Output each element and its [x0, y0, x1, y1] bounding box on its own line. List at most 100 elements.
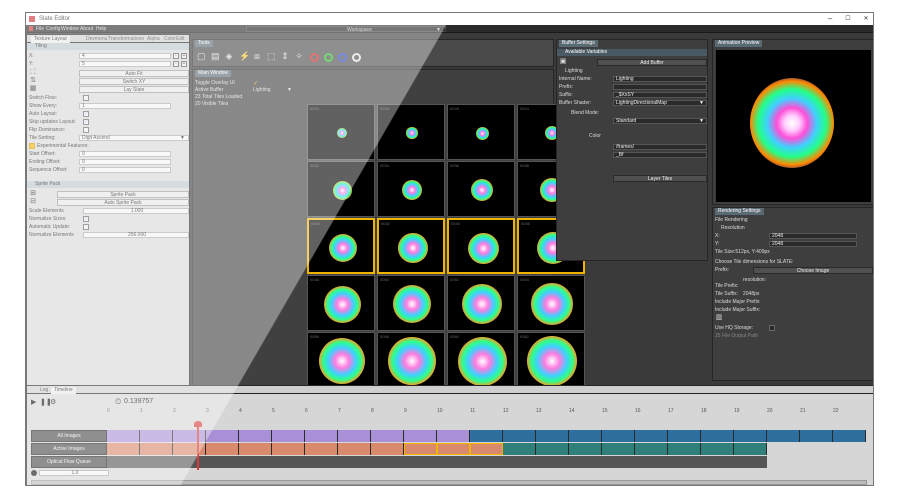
all-images-segment[interactable]: [503, 430, 536, 442]
timeline-scrollbar[interactable]: [31, 480, 867, 485]
all-images-segment[interactable]: [833, 430, 866, 442]
y-increment-button[interactable]: +: [181, 61, 187, 67]
all-images-segment[interactable]: [107, 430, 140, 442]
active-images-segment[interactable]: [173, 443, 206, 455]
bf-suffix-input[interactable]: _Bf: [613, 152, 707, 158]
tile-2[interactable]: 0016: [377, 104, 445, 160]
blend-mode-select[interactable]: Standard ▼: [613, 118, 707, 124]
tile-10[interactable]: 0042: [377, 218, 445, 274]
x-decrement-button[interactable]: -: [173, 53, 179, 59]
sequence-offset-input[interactable]: 0: [79, 167, 171, 173]
automatic-update-checkbox[interactable]: [83, 224, 89, 230]
active-images-segment[interactable]: [239, 443, 272, 455]
all-images-segment[interactable]: [701, 430, 734, 442]
tab-tools[interactable]: Tools: [195, 40, 213, 47]
tile-9[interactable]: 0040: [307, 218, 375, 274]
available-variables-header[interactable]: Available Variables: [557, 49, 707, 56]
auto-layout-checkbox[interactable]: ✓: [83, 111, 89, 117]
scale-elements-input[interactable]: 1.000: [83, 208, 189, 214]
tiling-header[interactable]: Tiling: [27, 43, 189, 50]
active-images-segment[interactable]: [371, 443, 404, 455]
all-images-segment[interactable]: [338, 430, 371, 442]
y-decrement-button[interactable]: -: [173, 61, 179, 67]
track-active-images[interactable]: [107, 443, 767, 455]
tile-19[interactable]: 0060: [447, 332, 515, 388]
tiling-x-input[interactable]: 4: [79, 53, 171, 59]
all-images-segment[interactable]: [305, 430, 338, 442]
all-images-segment[interactable]: [206, 430, 239, 442]
gear-icon[interactable]: ⚙: [50, 398, 56, 406]
menu-about[interactable]: About: [80, 26, 93, 32]
active-images-segment[interactable]: [668, 443, 701, 455]
tile-7[interactable]: 0036: [447, 161, 515, 217]
skip-updates-checkbox[interactable]: ✓: [83, 119, 89, 125]
auto-fit-button[interactable]: Auto Fit: [79, 70, 189, 77]
all-images-segment[interactable]: [668, 430, 701, 442]
flip-dominance-checkbox[interactable]: [83, 127, 89, 133]
auto-sprite-pack-button[interactable]: Auto Sprite Pack: [57, 199, 189, 206]
crop-icon[interactable]: ⧈: [253, 52, 261, 61]
tile-18[interactable]: 0058: [377, 332, 445, 388]
all-images-segment[interactable]: [272, 430, 305, 442]
play-icon[interactable]: ▶: [31, 398, 36, 406]
tile-sorting-select[interactable]: Digit Ascend ▼: [79, 135, 189, 141]
layer-tiles-button[interactable]: Layer Tiles: [613, 175, 707, 182]
active-images-segment[interactable]: [536, 443, 569, 455]
tile-13[interactable]: 0048: [307, 275, 375, 331]
all-images-segment[interactable]: [371, 430, 404, 442]
switch-flow-checkbox[interactable]: [83, 95, 89, 101]
track-optical-flow[interactable]: [107, 456, 767, 468]
tile-5[interactable]: 0032: [307, 161, 375, 217]
animation-preview-canvas[interactable]: [716, 50, 871, 202]
internal-name-input[interactable]: Lighting: [613, 76, 707, 82]
tile-11[interactable]: 0044: [447, 218, 515, 274]
show-every-input[interactable]: 1: [79, 103, 171, 109]
buffer-shader-select[interactable]: LightingDirectionalMap ▼: [613, 100, 707, 106]
new-file-icon[interactable]: ▢: [197, 52, 206, 61]
x-increment-button[interactable]: +: [181, 53, 187, 59]
menu-help[interactable]: Help: [96, 26, 106, 32]
active-images-segment[interactable]: [272, 443, 305, 455]
sprite-pack-header[interactable]: Sprite Pack: [27, 181, 189, 188]
tile-14[interactable]: 0050: [377, 275, 445, 331]
tab-main-window[interactable]: Main Window: [195, 70, 232, 77]
frames-path-input[interactable]: /frames/: [613, 144, 707, 150]
layers-icon[interactable]: ◈: [225, 52, 233, 61]
tab-coloredit[interactable]: ColorEdit: [161, 36, 188, 43]
lightning-icon[interactable]: ⚡: [239, 52, 250, 61]
track-all-images[interactable]: [107, 430, 867, 442]
active-images-segment[interactable]: [206, 443, 239, 455]
tile-17[interactable]: 0056: [307, 332, 375, 388]
active-images-segment[interactable]: [734, 443, 767, 455]
menu-window[interactable]: Window: [61, 26, 79, 32]
active-images-segment[interactable]: [503, 443, 536, 455]
all-images-segment[interactable]: [239, 430, 272, 442]
transform-icon[interactable]: ⬚: [267, 52, 276, 61]
active-images-segment[interactable]: [107, 443, 140, 455]
all-images-segment[interactable]: [734, 430, 767, 442]
maximize-button[interactable]: ☐: [842, 14, 854, 24]
prefix-input[interactable]: [613, 84, 707, 90]
active-images-segment[interactable]: [569, 443, 602, 455]
tile-3[interactable]: 0026: [447, 104, 515, 160]
all-images-segment[interactable]: [437, 430, 470, 442]
tab-transformations[interactable]: Transformations: [105, 36, 147, 43]
playhead-handle[interactable]: [194, 421, 202, 427]
render-y-input[interactable]: 2048: [769, 241, 857, 247]
sprite-pack-button[interactable]: Sprite Pack: [57, 191, 189, 198]
close-button[interactable]: ✕: [860, 14, 872, 24]
resolution-section[interactable]: Resolution: [721, 224, 745, 232]
all-images-segment[interactable]: [536, 430, 569, 442]
save-icon[interactable]: ▤: [211, 52, 220, 61]
tab-texture-layout[interactable]: Texture Layout: [31, 36, 70, 43]
tab-rendering-settings[interactable]: Rendering Settings: [715, 208, 764, 215]
menu-file[interactable]: File: [36, 26, 44, 32]
tile-20[interactable]: 0062: [517, 332, 585, 388]
suffix-input[interactable]: _$XxSY: [613, 92, 707, 98]
all-images-segment[interactable]: [767, 430, 800, 442]
red-channel-icon[interactable]: [310, 53, 319, 62]
blue-channel-icon[interactable]: [338, 53, 347, 62]
normalize-elements-input[interactable]: 256.000: [83, 232, 189, 238]
tile-16[interactable]: 0054: [517, 275, 585, 331]
speed-input[interactable]: 1.0: [39, 470, 109, 476]
